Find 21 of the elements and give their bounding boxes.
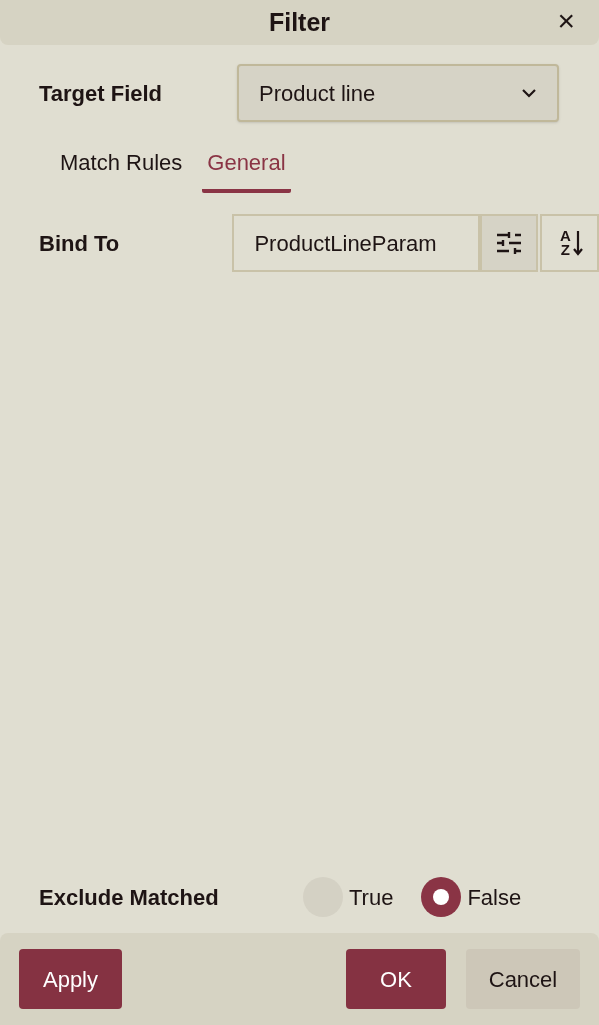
radio-label: True <box>349 883 394 912</box>
radio-label: False <box>467 883 522 912</box>
dialog-button[interactable]: Cancel <box>466 949 580 1009</box>
sort-button[interactable]: A Z <box>539 214 599 272</box>
dialog-button[interactable]: Apply <box>19 949 122 1009</box>
radio-button[interactable] <box>421 877 462 917</box>
field-label: Exclude Matched <box>39 883 220 912</box>
down-arrow-icon <box>572 230 583 256</box>
tab[interactable]: Match Rules <box>44 143 199 193</box>
tab[interactable]: General <box>202 143 291 193</box>
chevron-down-icon <box>521 88 537 98</box>
bind-to-field[interactable]: ProductLineParam <box>232 214 481 272</box>
sort-letters: A Z <box>559 229 571 257</box>
settings-button[interactable] <box>480 214 538 272</box>
dialog-button[interactable]: OK <box>346 949 446 1009</box>
field-label: Bind To <box>39 229 121 258</box>
close-button[interactable]: × <box>553 6 579 36</box>
dialog-title: Filter <box>268 6 331 38</box>
sliders-icon <box>496 232 522 254</box>
target-field-dropdown[interactable]: Product line <box>237 64 559 122</box>
field-label: Target Field <box>39 79 164 108</box>
